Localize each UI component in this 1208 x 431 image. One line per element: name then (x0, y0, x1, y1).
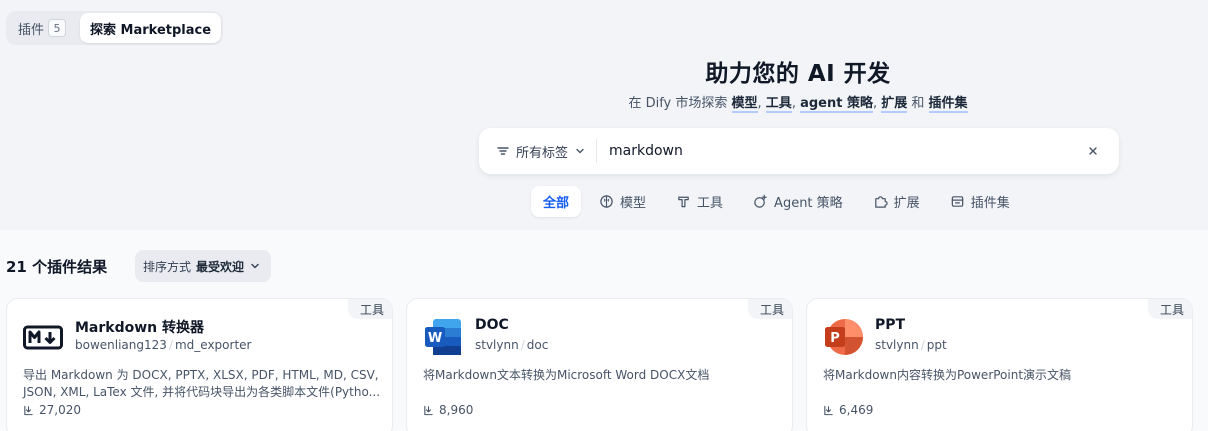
path-separator: / (168, 338, 173, 352)
brain-icon (600, 195, 613, 208)
plugin-description: 导出 Markdown 为 DOCX, PPTX, XLSX, PDF, HTM… (23, 368, 381, 399)
download-count: 27,020 (23, 403, 81, 417)
plugin-org-path: stvlynn / doc (475, 338, 548, 352)
download-count-value: 8,960 (439, 403, 474, 417)
marketplace-search-bar: 所有标签 (479, 128, 1119, 174)
tag-filter-label: 所有标签 (516, 145, 569, 161)
download-icon (424, 405, 433, 415)
category-agent-label: Agent 策略 (774, 196, 843, 211)
sort-dropdown[interactable]: 排序方式 最受欢迎 (135, 250, 272, 282)
chevron-down-icon (251, 263, 259, 269)
category-tabs: 全部 模型 工具 Agent 策略 扩展 插件集 (531, 186, 1022, 217)
markdown-icon (23, 325, 63, 350)
category-tools-label: 工具 (697, 196, 724, 211)
category-agent-strategies[interactable]: Agent 策略 (741, 186, 855, 217)
hammer-icon (678, 196, 689, 208)
category-badge: 工具 (1147, 299, 1192, 319)
tab-marketplace-label: 探索 Marketplace (90, 22, 212, 38)
hero-subtitle: 在 Dify 市场探索 模型, 工具, agent 策略, 扩展 和 插件集 (0, 92, 1208, 113)
category-extensions-label: 扩展 (893, 196, 920, 211)
download-count: 6,469 (823, 403, 873, 417)
subtitle-link-extensions[interactable]: 扩展 (881, 96, 908, 113)
plugin-org: bowenliang123 (75, 338, 167, 352)
hero-title: 助力您的 AI 开发 (705, 61, 891, 87)
subtitle-sep: 和 (907, 96, 929, 111)
agent-icon (754, 194, 767, 208)
subtitle-link-agent-strategies[interactable]: agent 策略 (800, 96, 873, 113)
powerpoint-icon: P (825, 319, 863, 355)
plugin-org-path: stvlynn / ppt (875, 338, 947, 352)
plugin-name: Markdown 转换器 (75, 320, 205, 336)
category-tools[interactable]: 工具 (664, 186, 735, 217)
plugin-description: 将Markdown内容转换为PowerPoint演示文稿 (823, 368, 1072, 382)
tab-plugins-label: 插件 (18, 22, 45, 38)
path-separator: / (520, 338, 525, 352)
tab-marketplace[interactable]: 探索 Marketplace (80, 13, 222, 43)
plugin-card-markdown-converter[interactable]: 工具 Markdown 转换器 bowenliang123/md_exporte… (6, 298, 393, 431)
plugin-id: doc (526, 338, 549, 352)
download-icon (824, 405, 833, 415)
download-count-value: 27,020 (39, 403, 81, 417)
download-icon (24, 405, 33, 415)
category-models-label: 模型 (620, 196, 647, 211)
tag-filter-dropdown[interactable]: 所有标签 (479, 139, 598, 163)
close-icon (1089, 147, 1097, 155)
path-separator: / (920, 338, 925, 352)
download-count-value: 6,469 (839, 403, 874, 417)
subtitle-prefix: 在 Dify 市场探索 (628, 96, 732, 111)
chevron-down-icon (576, 148, 584, 154)
category-bundles-label: 插件集 (970, 196, 1010, 211)
plugin-card-ppt[interactable]: 工具 P PPT stvlynn / ppt 将Markdown内容转换为Power… (806, 298, 1193, 431)
sort-value: 最受欢迎 (196, 259, 245, 274)
plugin-tab-switcher: 插件 5 探索 Marketplace (6, 11, 224, 45)
puzzle-icon (874, 196, 888, 208)
bundle-icon (951, 196, 963, 207)
category-bundles[interactable]: 插件集 (938, 186, 1022, 217)
subtitle-link-models[interactable]: 模型 (731, 96, 758, 113)
category-all[interactable]: 全部 (531, 186, 582, 217)
plugin-org: stvlynn (475, 338, 519, 352)
plugin-org-path: bowenliang123/md_exporter (75, 338, 251, 352)
plugin-id: ppt (926, 338, 947, 352)
clear-search-button[interactable] (1079, 137, 1107, 165)
filter-lines-icon (497, 147, 509, 155)
results-count-title: 21 个插件结果 (6, 258, 108, 276)
plugin-card-doc[interactable]: 工具 W DOC stvlynn / doc 将Markdown文本转换为Micro… (406, 298, 793, 431)
plugin-description: 将Markdown文本转换为Microsoft Word DOCX文档 (423, 368, 710, 382)
subtitle-sep: , (791, 96, 801, 111)
plugins-count-badge: 5 (48, 19, 67, 37)
plugin-name: PPT (875, 317, 906, 333)
tab-plugins[interactable]: 插件 5 (8, 13, 76, 43)
subtitle-sep: , (757, 96, 766, 111)
download-count: 8,960 (423, 403, 473, 417)
category-all-label: 全部 (543, 196, 570, 211)
subtitle-sep: , (872, 96, 882, 111)
svg-text:P: P (830, 331, 840, 346)
subtitle-link-bundles[interactable]: 插件集 (928, 96, 968, 113)
subtitle-link-tools[interactable]: 工具 (765, 96, 792, 113)
category-models[interactable]: 模型 (587, 186, 658, 217)
plugin-org: stvlynn (875, 338, 919, 352)
category-extensions[interactable]: 扩展 (861, 186, 932, 217)
sort-prefix: 排序方式 (143, 259, 192, 274)
word-icon: W (425, 319, 461, 355)
plugin-id: md_exporter (174, 338, 252, 352)
category-badge: 工具 (747, 299, 792, 319)
plugin-name: DOC (475, 317, 509, 333)
category-badge: 工具 (347, 299, 392, 319)
svg-text:W: W (428, 331, 442, 346)
search-input[interactable] (609, 143, 1079, 159)
